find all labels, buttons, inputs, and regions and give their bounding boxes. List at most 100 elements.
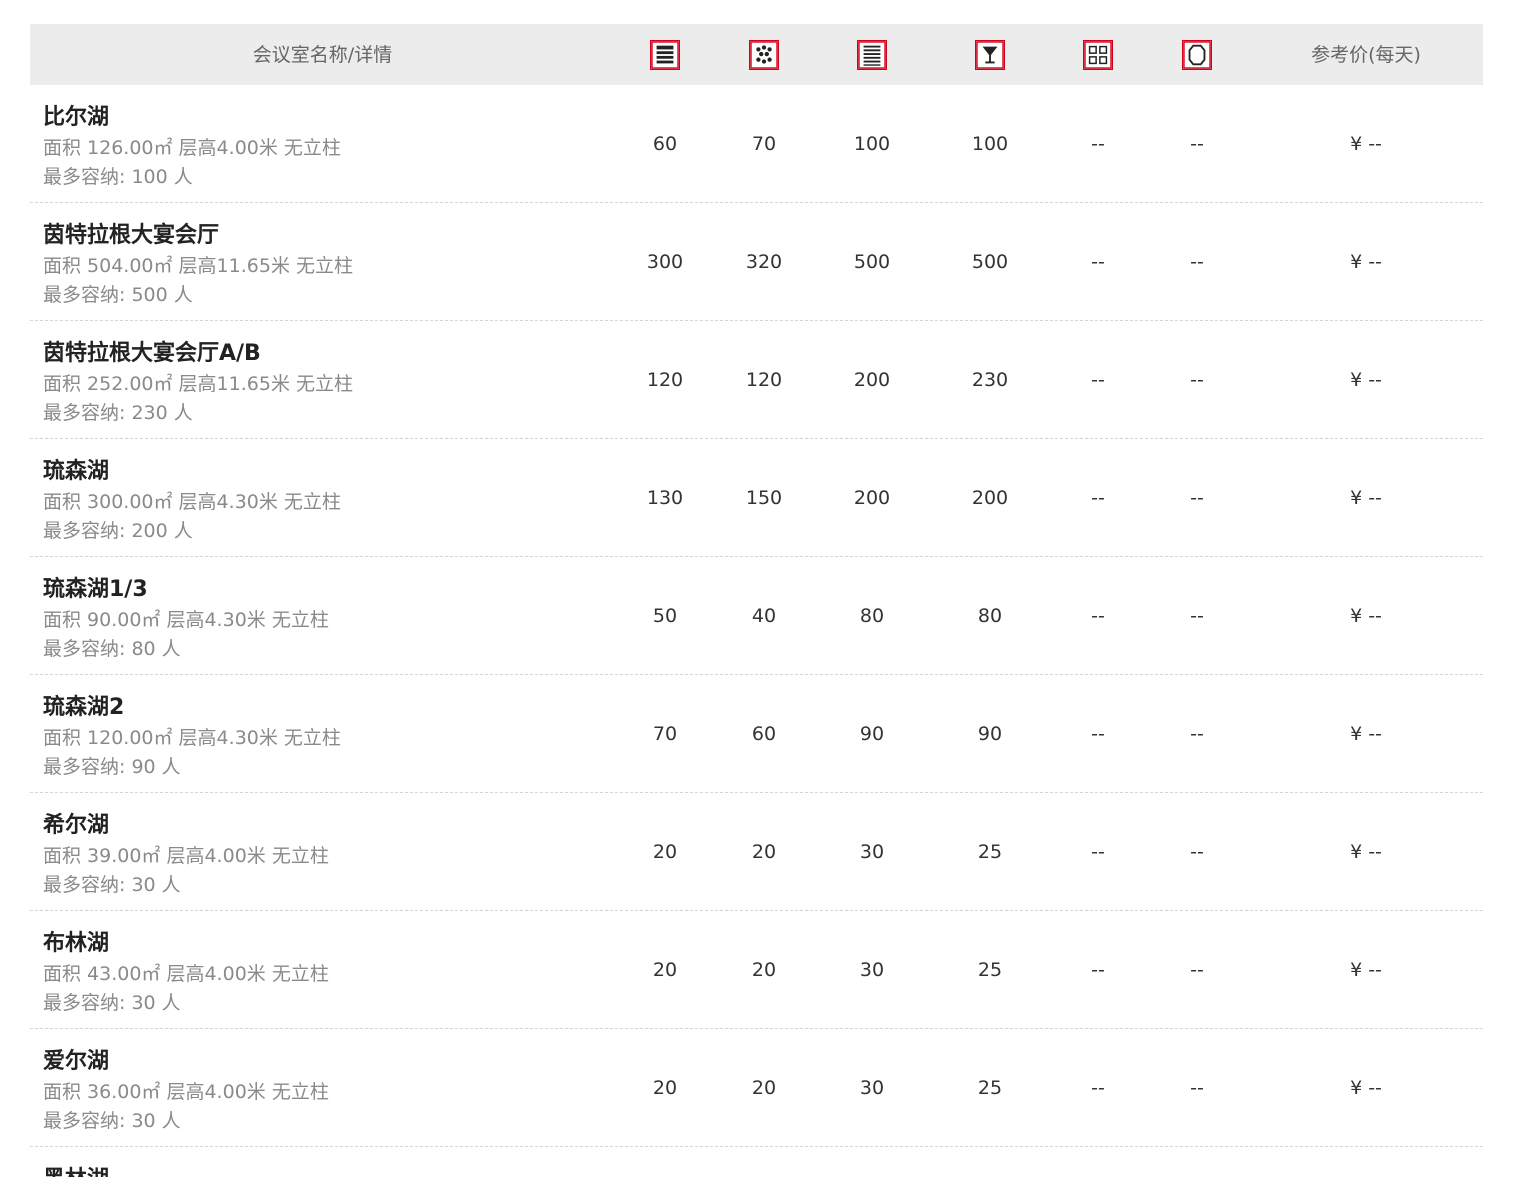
room-name[interactable]: 琉森湖1/3 — [43, 571, 148, 603]
square-capacity: -- — [1091, 1077, 1105, 1099]
table-row[interactable]: 希尔湖面积 39.00㎡ 层高4.00米 无立柱 最多容纳: 30 人 20 20 30… — [30, 793, 1483, 911]
price-value: ¥ -- — [1350, 487, 1382, 509]
classroom-capacity: 30 — [859, 841, 885, 863]
room-area-info: 面积 300.00㎡ 层高4.30米 无立柱 — [43, 491, 341, 513]
price-header: 参考价(每天) — [1311, 44, 1421, 66]
room-name[interactable]: 茵特拉根大宴会厅 — [43, 217, 219, 249]
room-name[interactable]: 希尔湖 — [43, 807, 109, 839]
cocktail-capacity: 25 — [977, 959, 1003, 981]
price-value: ¥ -- — [1350, 369, 1382, 391]
room-max-capacity: 最多容纳: 30 人 — [43, 874, 181, 896]
price-value: ¥ -- — [1350, 133, 1382, 155]
banquet-capacity: 150 — [745, 487, 783, 509]
classroom-capacity: 30 — [859, 959, 885, 981]
room-area-info: 面积 90.00㎡ 层高4.30米 无立柱 — [43, 609, 329, 631]
room-name[interactable]: 布林湖 — [43, 925, 109, 957]
square-layout-header[interactable] — [1048, 24, 1148, 85]
banquet-capacity: 120 — [745, 369, 783, 391]
classroom-capacity: 80 — [859, 605, 885, 627]
price-value: ¥ -- — [1350, 723, 1382, 745]
cocktail-layout-icon — [975, 39, 1005, 70]
table-header: 会议室名称/详情 参考价(每天) — [30, 24, 1483, 85]
price-value: ¥ -- — [1350, 1077, 1382, 1099]
banquet-layout-icon — [749, 39, 779, 70]
cocktail-capacity: 100 — [971, 133, 1009, 155]
u-shape-capacity: -- — [1190, 605, 1204, 627]
square-capacity: -- — [1091, 841, 1105, 863]
room-area-info: 面积 36.00㎡ 层高4.00米 无立柱 — [43, 1081, 329, 1103]
table-row[interactable]: 比尔湖 面积 126.00㎡ 层高4.00米 无立柱 最多容纳: 100 人 60 70… — [30, 85, 1483, 203]
room-name-header: 会议室名称/详情 — [252, 44, 393, 66]
square-capacity: -- — [1091, 605, 1105, 627]
square-capacity: -- — [1091, 959, 1105, 981]
table-row[interactable]: 茵特拉根大宴会厅 面积 504.00㎡ 层高11.65米 无立柱 最多容纳: 500… — [30, 203, 1483, 321]
room-max-capacity: 最多容纳: 90 人 — [43, 756, 181, 778]
classroom-capacity: 100 — [853, 133, 891, 155]
u-shape-layout-header[interactable] — [1147, 24, 1247, 85]
banquet-layout-header[interactable] — [714, 24, 814, 85]
square-capacity: -- — [1091, 133, 1105, 155]
room-max-capacity: 最多容纳: 100 人 — [43, 166, 193, 188]
price-value: ¥ -- — [1350, 841, 1382, 863]
theater-layout-icon — [650, 39, 680, 70]
theater-layout-header[interactable] — [615, 24, 715, 85]
meeting-room-table: 会议室名称/详情 参考价(每天) 比尔湖 面积 126.00㎡ 层高4.00米 … — [30, 24, 1483, 1177]
table-row[interactable]: 琉森湖1/3 面积 90.00㎡ 层高4.30米 无立柱 最多容纳: 80 人 50 4… — [30, 557, 1483, 675]
table-row[interactable]: 布林湖面积 43.00㎡ 层高4.00米 无立柱 最多容纳: 30 人 20 20 30… — [30, 911, 1483, 1029]
price-value: ¥ -- — [1350, 959, 1382, 981]
square-capacity: -- — [1091, 487, 1105, 509]
theater-capacity: 20 — [652, 841, 678, 863]
price-value: ¥ -- — [1350, 605, 1382, 627]
classroom-capacity: 500 — [853, 251, 891, 273]
room-max-capacity: 最多容纳: 200 人 — [43, 520, 193, 542]
u-shape-capacity: -- — [1190, 487, 1204, 509]
table-row[interactable]: 琉森湖2 面积 120.00㎡ 层高4.30米 无立柱 最多容纳: 90 人 70 60… — [30, 675, 1483, 793]
room-area-info: 面积 43.00㎡ 层高4.00米 无立柱 — [43, 963, 329, 985]
room-name[interactable]: 茵特拉根大宴会厅A/B — [43, 335, 261, 367]
room-name[interactable]: 比尔湖 — [43, 99, 109, 131]
cocktail-layout-header[interactable] — [940, 24, 1040, 85]
theater-capacity: 130 — [646, 487, 684, 509]
table-row[interactable]: 琉森湖面积 300.00㎡ 层高4.30米 无立柱 最多容纳: 200 人 130 1… — [30, 439, 1483, 557]
room-name[interactable]: 琉森湖 — [43, 453, 109, 485]
u-shape-layout-icon — [1182, 39, 1212, 70]
room-name[interactable]: 琉森湖2 — [43, 689, 124, 721]
theater-capacity: 20 — [652, 959, 678, 981]
table-row[interactable]: 茵特拉根大宴会厅A/B 面积 252.00㎡ 层高11.65米 无立柱 最多容纳: … — [30, 321, 1483, 439]
banquet-capacity: 20 — [751, 959, 777, 981]
cocktail-capacity: 90 — [977, 723, 1003, 745]
room-max-capacity: 最多容纳: 30 人 — [43, 1110, 181, 1132]
cocktail-capacity: 80 — [977, 605, 1003, 627]
room-max-capacity: 最多容纳: 30 人 — [43, 992, 181, 1014]
table-row[interactable]: 爱尔湖 面积 36.00㎡ 层高4.00米 无立柱 最多容纳: 30 人 20 20 30… — [30, 1029, 1483, 1147]
room-max-capacity: 最多容纳: 80 人 — [43, 638, 181, 660]
cocktail-capacity: 25 — [977, 1077, 1003, 1099]
theater-capacity: 20 — [652, 1077, 678, 1099]
room-area-info: 面积 39.00㎡ 层高4.00米 无立柱 — [43, 845, 329, 867]
u-shape-capacity: -- — [1190, 723, 1204, 745]
square-capacity: -- — [1091, 723, 1105, 745]
classroom-capacity: 200 — [853, 487, 891, 509]
u-shape-capacity: -- — [1190, 369, 1204, 391]
room-name[interactable]: 爱尔湖 — [43, 1043, 109, 1075]
banquet-capacity: 320 — [745, 251, 783, 273]
u-shape-capacity: -- — [1190, 959, 1204, 981]
cocktail-capacity: 230 — [971, 369, 1009, 391]
banquet-capacity: 20 — [751, 1077, 777, 1099]
u-shape-capacity: -- — [1190, 251, 1204, 273]
banquet-capacity: 60 — [751, 723, 777, 745]
classroom-layout-header[interactable] — [822, 24, 922, 85]
theater-capacity: 50 — [652, 605, 678, 627]
u-shape-capacity: -- — [1190, 1077, 1204, 1099]
classroom-layout-icon — [857, 39, 887, 70]
theater-capacity: 120 — [646, 369, 684, 391]
banquet-capacity: 20 — [751, 841, 777, 863]
square-capacity: -- — [1091, 369, 1105, 391]
table-row-partial[interactable]: 黑林湖 — [30, 1147, 1483, 1177]
theater-capacity: 60 — [652, 133, 678, 155]
room-area-info: 面积 504.00㎡ 层高11.65米 无立柱 — [43, 255, 353, 277]
cocktail-capacity: 200 — [971, 487, 1009, 509]
room-area-info: 面积 252.00㎡ 层高11.65米 无立柱 — [43, 373, 353, 395]
room-area-info: 面积 120.00㎡ 层高4.30米 无立柱 — [43, 727, 341, 749]
square-layout-icon — [1083, 39, 1113, 70]
